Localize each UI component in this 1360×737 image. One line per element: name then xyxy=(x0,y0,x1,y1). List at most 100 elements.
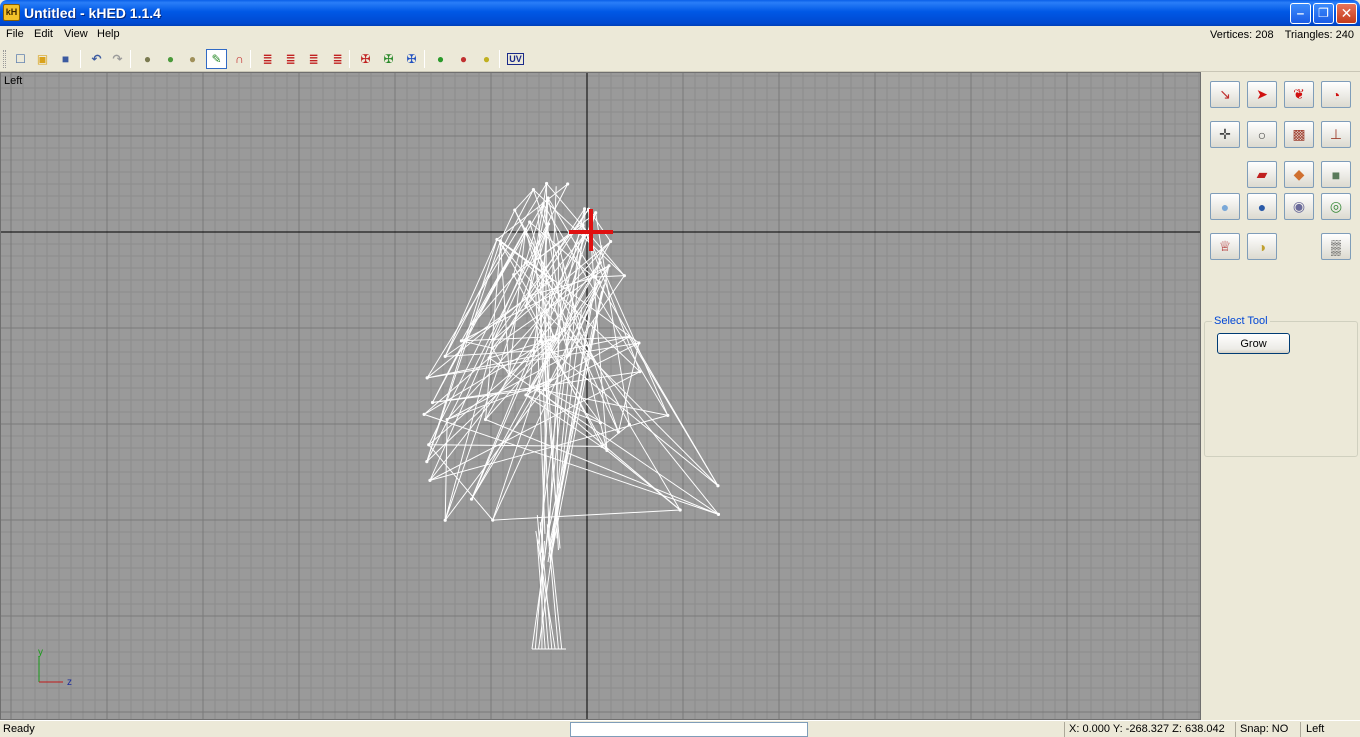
select-point-icon: ↘ xyxy=(1219,86,1231,102)
export-icon: ● xyxy=(166,52,175,66)
maximize-button[interactable]: ❐ xyxy=(1313,3,1334,24)
menu-help[interactable]: Help xyxy=(97,28,120,40)
viewport-label: Left xyxy=(4,75,23,87)
tree-wireframe[interactable] xyxy=(423,182,721,650)
remove-point-button[interactable]: ● xyxy=(453,49,474,69)
sphere-icon: ● xyxy=(1220,198,1230,215)
redo-button[interactable]: ↷ xyxy=(107,49,128,69)
flip-x-button[interactable]: ≣ xyxy=(257,49,278,69)
mirror-z-button[interactable]: ✠ xyxy=(401,49,422,69)
uv-editor-button[interactable]: UV xyxy=(505,49,526,69)
open-folder-button[interactable]: ▣ xyxy=(32,49,53,69)
tile-tool-button[interactable]: ◆ xyxy=(1284,161,1314,188)
menu-view[interactable]: View xyxy=(64,28,88,40)
geosphere-tool-button[interactable]: ● xyxy=(1247,193,1277,220)
paint-icon: ◑ xyxy=(1257,238,1267,255)
sphere-tool-button[interactable]: ● xyxy=(1210,193,1240,220)
merge-button[interactable]: ● xyxy=(182,49,203,69)
flip-all-button[interactable]: ≣ xyxy=(327,49,348,69)
select-multi-icon: ❦ xyxy=(1293,86,1305,102)
undo-button[interactable]: ↶ xyxy=(86,49,107,69)
new-file-button[interactable]: ☐ xyxy=(10,49,31,69)
new-file-icon: ☐ xyxy=(15,52,26,66)
select-tool-legend: Select Tool xyxy=(1212,315,1270,327)
select-multi-tool-button[interactable]: ❦ xyxy=(1284,81,1314,108)
cube-tool-button[interactable]: ■ xyxy=(1321,161,1351,188)
status-divider xyxy=(1235,722,1236,737)
flip-z-button[interactable]: ≣ xyxy=(303,49,324,69)
flip-z-icon: ≣ xyxy=(308,52,319,66)
mirror-z-icon: ✠ xyxy=(406,52,417,66)
weld-tool-button[interactable]: ✎ xyxy=(206,49,227,69)
cube-icon: ■ xyxy=(1331,166,1341,183)
toolbar-separator xyxy=(80,50,81,68)
mirror-y-icon: ✠ xyxy=(383,52,394,66)
plane-icon: ▰ xyxy=(1256,166,1268,182)
torus-tool-button[interactable]: ◎ xyxy=(1321,193,1351,220)
menu-bar: File Edit View Help Vertices: 208 Triang… xyxy=(0,26,1360,45)
scale-tool-button[interactable]: ▩ xyxy=(1284,121,1314,148)
tool-panel: ↘ ➤ ❦ ◔ ✛ ○ ▩ ⊥ ▰ ◆ ■ ● ● ◉ ◎ ♕ ◑ ▒ Select Tool Grow xyxy=(1201,72,1360,720)
title-bar: kH Untitled - kHED 1.1.4 ‒ ❐ ✕ xyxy=(0,0,1360,26)
save-icon: ■ xyxy=(61,52,70,66)
add-point-button[interactable]: ● xyxy=(430,49,451,69)
mirror-x-button[interactable]: ✠ xyxy=(355,49,376,69)
magnet-icon: ∩ xyxy=(235,52,244,66)
export-button[interactable]: ● xyxy=(160,49,181,69)
tile-icon: ◆ xyxy=(1293,166,1305,182)
lathe-icon: ♕ xyxy=(1218,238,1232,254)
select-arrow-tool-button[interactable]: ➤ xyxy=(1247,81,1277,108)
flip-y-button[interactable]: ≣ xyxy=(280,49,301,69)
status-text: Ready xyxy=(3,723,35,735)
import-button[interactable]: ● xyxy=(137,49,158,69)
select-arrow-icon: ➤ xyxy=(1256,86,1268,102)
remove-point-icon: ● xyxy=(459,52,468,66)
view-status: Left xyxy=(1306,723,1325,735)
select-point-tool-button[interactable]: ↘ xyxy=(1210,81,1240,108)
select-lasso-icon: ◔ xyxy=(1331,86,1341,103)
viewport-left[interactable]: yz Left xyxy=(0,72,1201,720)
window-title: Untitled - kHED 1.1.4 xyxy=(24,5,161,21)
paint-tool-button[interactable]: ◑ xyxy=(1247,233,1277,260)
menu-edit[interactable]: Edit xyxy=(34,28,53,40)
select-lasso-tool-button[interactable]: ◔ xyxy=(1321,81,1351,108)
merge-icon: ● xyxy=(188,52,197,66)
mirror-y-button[interactable]: ✠ xyxy=(378,49,399,69)
axis-z-label: z xyxy=(67,677,72,688)
import-icon: ● xyxy=(143,52,152,66)
toolbar-separator xyxy=(250,50,251,68)
plane-tool-button[interactable]: ▰ xyxy=(1247,161,1277,188)
status-divider xyxy=(1064,722,1065,737)
close-button[interactable]: ✕ xyxy=(1336,3,1357,24)
status-bar: Ready X: 0.000 Y: -268.327 Z: 638.042 Sn… xyxy=(0,720,1360,737)
scale-icon: ▩ xyxy=(1292,126,1306,142)
snap-status: Snap: NO xyxy=(1240,723,1289,735)
magnet-button[interactable]: ∩ xyxy=(229,49,250,69)
extrude-tool-button[interactable]: ⊥ xyxy=(1321,121,1351,148)
app-icon: kH xyxy=(3,4,20,21)
minimize-button[interactable]: ‒ xyxy=(1290,3,1311,24)
mirror-x-icon: ✠ xyxy=(360,52,371,66)
toolbar-separator xyxy=(424,50,425,68)
main-toolbar: ☐ ▣ ■ ↶ ↷ ● ● ● ✎ ∩ ≣ ≣ ≣ ≣ ✠ ✠ ✠ ● ● ● UV xyxy=(0,46,1360,72)
toolbar-grip[interactable] xyxy=(3,50,6,68)
cylinder-tool-button[interactable]: ◉ xyxy=(1284,193,1314,220)
save-button[interactable]: ■ xyxy=(55,49,76,69)
geosphere-icon: ● xyxy=(1257,198,1267,215)
open-folder-icon: ▣ xyxy=(36,52,49,66)
cursor-coordinates: X: 0.000 Y: -268.327 Z: 638.042 xyxy=(1069,723,1225,735)
menu-file[interactable]: File xyxy=(6,28,24,40)
viewport-canvas[interactable]: yz xyxy=(1,73,1201,720)
weld-tool-icon: ✎ xyxy=(211,52,222,66)
grow-button[interactable]: Grow xyxy=(1217,333,1290,354)
flip-y-icon: ≣ xyxy=(285,52,296,66)
move-tool-button[interactable]: ✛ xyxy=(1210,121,1240,148)
add-point-icon: ● xyxy=(436,52,445,66)
select-tool-group: Select Tool Grow xyxy=(1204,315,1358,457)
auto-point-button[interactable]: ● xyxy=(476,49,497,69)
lathe-tool-button[interactable]: ♕ xyxy=(1210,233,1240,260)
mesh-stats: Vertices: 208 Triangles: 240 xyxy=(1202,29,1354,41)
toolbar-separator xyxy=(130,50,131,68)
rotate-tool-button[interactable]: ○ xyxy=(1247,121,1277,148)
checker-tool-button[interactable]: ▒ xyxy=(1321,233,1351,260)
